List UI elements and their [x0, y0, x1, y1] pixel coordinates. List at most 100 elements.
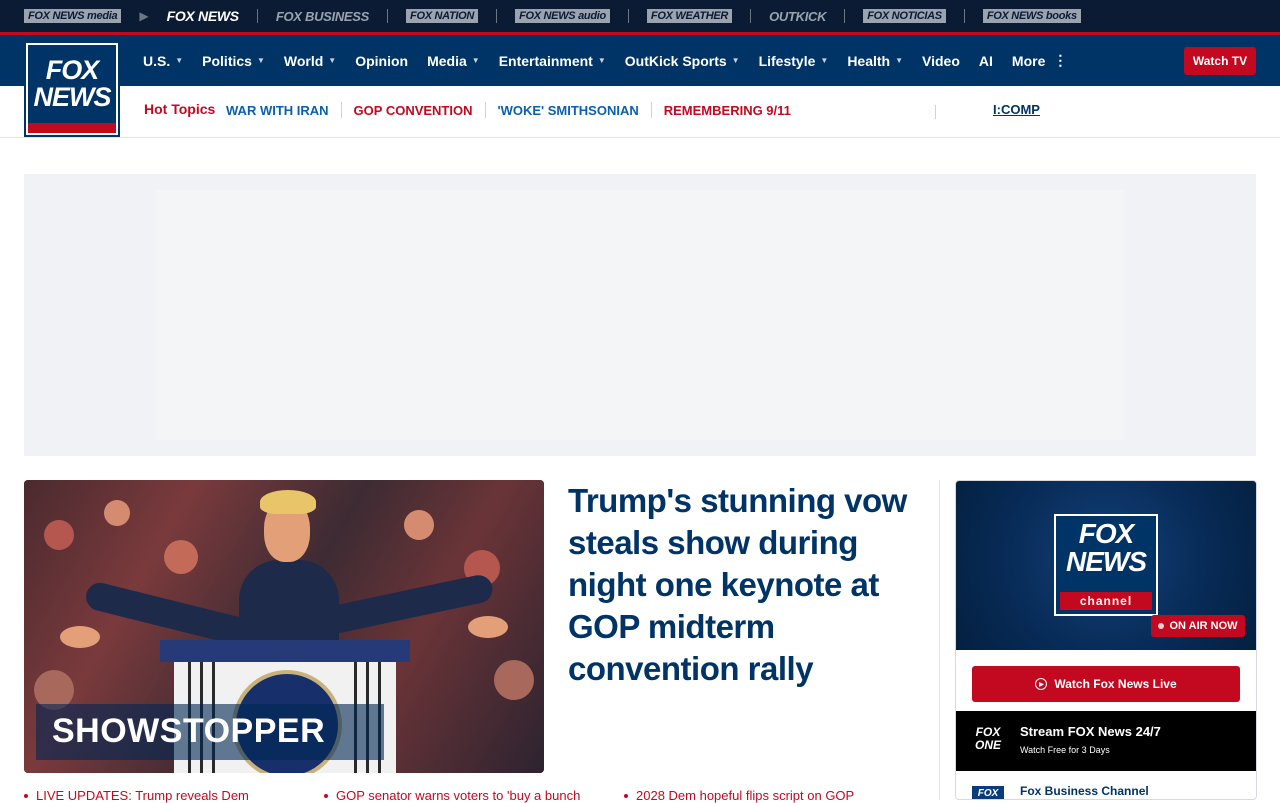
topic-link-remembering-911[interactable]: REMEMBERING 9/11 [664, 103, 791, 118]
nav-item-politics[interactable]: Politics ▼ [202, 53, 265, 69]
related-link-text: 2028 Dem hopeful flips script on GOP [636, 788, 855, 803]
on-air-badge: ON AIR NOW [1151, 615, 1245, 637]
nav-item-opinion[interactable]: Opinion [355, 53, 408, 69]
chevron-down-icon: ▼ [175, 56, 184, 65]
network-link-fox-nation[interactable]: FOX NATION [406, 0, 479, 32]
network-link-outkick[interactable]: OUTKICK [769, 0, 826, 32]
hero-kicker[interactable]: SHOWSTOPPER [52, 712, 325, 751]
fox-one-logo-line-2: ONE [974, 738, 1001, 752]
nav-item-outkick-sports[interactable]: OutKick Sports ▼ [625, 53, 740, 69]
topic-divider [484, 102, 486, 118]
watch-live-label: Watch Fox News Live [1054, 677, 1177, 691]
fox-news-books-logo: FOX NEWS books [982, 9, 1081, 23]
outkick-logo: OUTKICK [769, 8, 827, 24]
related-link-text: LIVE UPDATES: Trump reveals Dem [36, 788, 249, 803]
fox-weather-logo: FOX WEATHER [646, 9, 733, 23]
fox-news-logo[interactable]: FOX NEWS [24, 41, 120, 137]
related-link[interactable]: 2028 Dem hopeful flips script on GOP [624, 788, 924, 803]
nav-item-video[interactable]: Video [922, 53, 960, 69]
fox-news-media-logo: FOX NEWS media [24, 9, 122, 23]
nav-item-world[interactable]: World ▼ [284, 53, 336, 69]
fox-news-network-logo: FOX NEWS [166, 8, 240, 24]
chevron-down-icon: ▼ [597, 56, 606, 65]
network-link-fox-news[interactable]: FOX NEWS [166, 0, 240, 32]
nav-label: Lifestyle [758, 52, 816, 69]
live-dot-icon [1158, 623, 1165, 629]
topic-divider [340, 102, 342, 118]
nav-item-media[interactable]: Media ▼ [427, 53, 480, 69]
market-ticker[interactable]: I:COMP [993, 102, 1040, 117]
watch-tv-button[interactable]: Watch TV [1184, 47, 1256, 75]
fox-business-channel-logo: FOX [972, 786, 1004, 799]
nav-item-us[interactable]: U.S. ▼ [143, 53, 183, 69]
chevron-down-icon: ▼ [820, 56, 829, 65]
network-link-fox-news-books[interactable]: FOX NEWS books [982, 0, 1081, 32]
chevron-down-icon: ▼ [731, 56, 740, 65]
network-divider [496, 9, 498, 23]
nav-label: OutKick Sports [624, 52, 727, 69]
topic-link-gop-convention[interactable]: GOP CONVENTION [354, 103, 473, 118]
network-link-fox-news-audio[interactable]: FOX NEWS audio [515, 0, 610, 32]
related-link[interactable]: LIVE UPDATES: Trump reveals Dem [24, 788, 324, 803]
nav-label: Entertainment [498, 52, 593, 69]
related-link-text: GOP senator warns voters to 'buy a bunch [336, 788, 581, 803]
fox-one-title: Stream FOX News 24/7 [1020, 724, 1161, 739]
nav-item-health[interactable]: Health ▼ [847, 53, 903, 69]
crowd-detail [494, 660, 534, 700]
chevron-down-icon: ▼ [256, 56, 265, 65]
watch-live-button[interactable]: ▶ Watch Fox News Live [972, 666, 1240, 702]
nav-label: Media [427, 52, 467, 69]
fox-nation-logo: FOX NATION [406, 9, 479, 23]
nav-item-more[interactable]: More ⋮ [1012, 52, 1067, 69]
more-vertical-icon: ⋮ [1053, 52, 1068, 68]
fox-noticias-logo: FOX NOTICIAS [863, 9, 946, 23]
nav-label: Politics [202, 52, 252, 69]
chevron-down-icon: ▼ [471, 56, 480, 65]
play-icon: ▶ [139, 9, 149, 23]
logo-line-1: FOX [45, 55, 100, 85]
nav-item-ai[interactable]: AI [979, 53, 993, 69]
network-link-fox-news-media[interactable]: FOX NEWS media [24, 0, 122, 32]
network-link-fox-business[interactable]: FOX BUSINESS [276, 0, 370, 32]
fox-one-promo[interactable]: FOX ONE Stream FOX News 24/7 Watch Free … [956, 711, 1256, 771]
topic-divider [650, 102, 652, 118]
chevron-down-icon: ▼ [895, 56, 904, 65]
ad-slot [155, 190, 1125, 440]
logo-mark: FOX NEWS [28, 45, 116, 123]
nav-label: More [1011, 52, 1046, 69]
channel-logo-line-1: FOX [1078, 518, 1135, 549]
network-divider [627, 9, 629, 23]
crowd-detail [44, 520, 74, 550]
fox-one-logo: FOX ONE [972, 726, 1004, 756]
related-links: LIVE UPDATES: Trump reveals Dem GOP sena… [24, 788, 924, 803]
channel-logo-text: FOX NEWS [1056, 520, 1156, 576]
crowd-detail [404, 510, 434, 540]
live-preview[interactable]: FOX NEWS channel ON AIR NOW [956, 481, 1256, 650]
podium-top [160, 640, 410, 662]
bullet-icon [324, 793, 328, 798]
network-link-fox-noticias[interactable]: FOX NOTICIAS [863, 0, 946, 32]
nav-label: World [283, 52, 324, 69]
nav-item-lifestyle[interactable]: Lifestyle ▼ [759, 53, 829, 69]
related-link[interactable]: GOP senator warns voters to 'buy a bunch [324, 788, 624, 803]
network-divider [750, 9, 752, 23]
network-divider [963, 9, 965, 23]
hot-topics-label: Hot Topics [144, 101, 216, 117]
network-divider [844, 9, 846, 23]
network-bar: FOX NEWS media ▶ FOX NEWS FOX BUSINESS F… [0, 0, 1280, 32]
nav-label: Video [922, 52, 960, 69]
fox-business-channel-link[interactable]: Fox Business Channel [1020, 784, 1149, 798]
bullet-icon [24, 793, 28, 798]
topic-link-woke-smithsonian[interactable]: 'WOKE' SMITHSONIAN [498, 103, 639, 118]
channel-logo-label: channel [1060, 592, 1152, 610]
hero-headline[interactable]: Trump's stunning vow steals show during … [568, 480, 920, 690]
nav-label: Opinion [355, 52, 409, 69]
network-divider [387, 9, 389, 23]
speaker-hair [260, 490, 316, 514]
network-link-fox-weather[interactable]: FOX WEATHER [646, 0, 733, 32]
bullet-icon [624, 793, 628, 798]
nav-item-entertainment[interactable]: Entertainment ▼ [499, 53, 606, 69]
topic-link-war-with-iran[interactable]: WAR WITH IRAN [226, 103, 329, 118]
logo-line-2: NEWS [33, 82, 112, 112]
channel-logo-line-2: NEWS [1066, 546, 1147, 577]
